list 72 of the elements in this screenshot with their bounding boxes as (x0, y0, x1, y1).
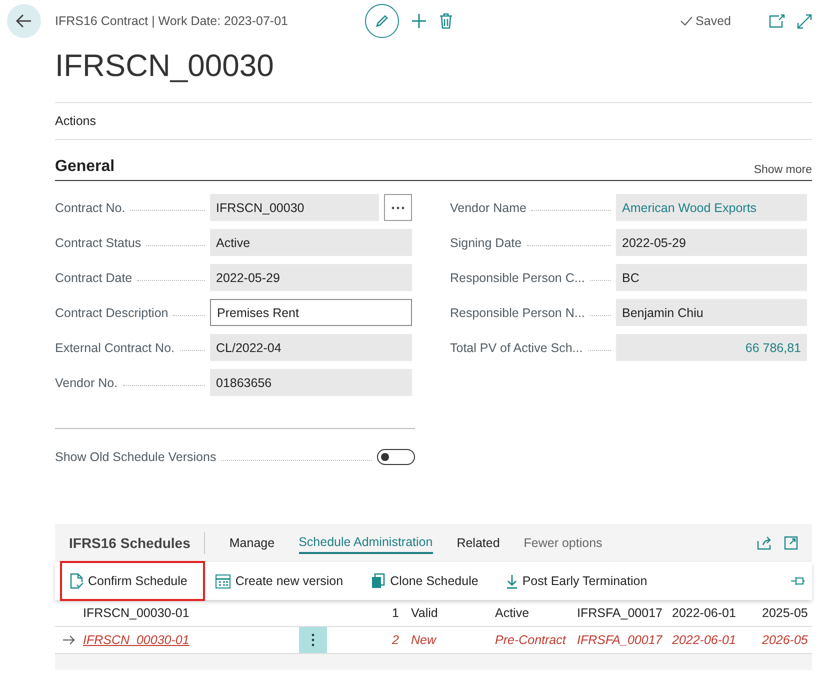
lookup-button[interactable] (384, 194, 412, 221)
table-cell: 2 (392, 633, 399, 647)
table-cell: IFRSCN_00030-01 (83, 606, 190, 620)
field-value[interactable]: 2022-05-29 (210, 264, 412, 291)
table-cell: 2022-06-01 (672, 606, 736, 620)
tab[interactable]: Fewer options (524, 533, 602, 553)
more-icon (391, 206, 405, 210)
back-button[interactable] (7, 4, 41, 38)
open-new-window-icon[interactable] (769, 14, 785, 28)
field-label: Show Old Schedule Versions (55, 450, 216, 464)
field-label: Vendor No. (55, 376, 118, 390)
table-cell: Pre-Contract (495, 633, 566, 647)
actions-menu[interactable]: Actions (55, 114, 96, 128)
download-icon (506, 574, 518, 588)
delete-icon[interactable] (439, 13, 453, 29)
action-button[interactable]: Confirm Schedule (60, 561, 206, 601)
field-label: Contract Description (55, 306, 168, 320)
table-cell: 2026-05 (762, 633, 808, 647)
action-button[interactable]: Clone Schedule (361, 561, 496, 601)
action-button[interactable]: Post Early Termination (496, 561, 666, 601)
field-value[interactable]: IFRSCN_00030 (210, 194, 379, 221)
back-arrow-icon (15, 12, 33, 30)
toggle-switch[interactable] (377, 449, 415, 465)
table-cell: Active (495, 606, 530, 620)
tab[interactable]: Related (456, 533, 500, 553)
breadcrumb: IFRS16 Contract | Work Date: 2023-07-01 (55, 14, 289, 28)
field-value[interactable]: Active (210, 229, 412, 256)
vertical-dots-icon (311, 633, 315, 647)
copy-icon (371, 573, 386, 589)
field-value[interactable]: 66 786,81 (616, 334, 807, 361)
field-label: Contract Date (55, 270, 132, 284)
page-title: IFRSCN_00030 (55, 48, 275, 84)
field-value[interactable]: Premises Rent (210, 299, 412, 326)
document-check-icon (70, 573, 84, 589)
table-cell: 1 (392, 606, 399, 620)
table-cell: Valid (411, 606, 438, 620)
field-value[interactable]: 01863656 (210, 369, 412, 396)
field-value[interactable]: 2022-05-29 (616, 229, 807, 256)
table-cell: New (411, 633, 436, 647)
action-button[interactable]: Create new version (205, 561, 362, 601)
field-label: External Contract No. (55, 340, 174, 354)
field-label: Responsible Person N... (450, 306, 585, 320)
pencil-icon (374, 13, 390, 29)
calendar-icon (215, 573, 232, 589)
field-label: Responsible Person C... (450, 270, 585, 284)
field-label: Vendor Name (450, 200, 526, 214)
field-label: Contract Status (55, 236, 142, 250)
field-label: Signing Date (450, 236, 522, 250)
tab[interactable]: Manage (229, 533, 275, 553)
section-title[interactable]: General (55, 158, 115, 176)
field-value[interactable]: CL/2022-04 (210, 334, 412, 361)
field-value[interactable]: BC (616, 264, 807, 291)
table-cell: 2022-06-01 (672, 633, 736, 647)
part-title: IFRS16 Schedules (69, 535, 190, 551)
field-label: Contract No. (55, 200, 126, 214)
share-icon[interactable] (757, 536, 772, 550)
field-value[interactable]: American Wood Exports (616, 194, 807, 221)
saved-status: Saved (680, 14, 731, 28)
table-cell: IFRSFA_00017 (577, 606, 662, 620)
tab[interactable]: Schedule Administration (298, 532, 433, 554)
table-cell[interactable]: IFRSCN_00030-01 (83, 633, 190, 647)
edit-button[interactable] (365, 4, 399, 38)
field-label: Total PV of Active Sch... (450, 340, 583, 354)
check-icon (680, 16, 693, 26)
add-icon[interactable] (411, 13, 427, 29)
show-more-link[interactable]: Show more (754, 164, 812, 176)
table-cell: 2025-05 (762, 606, 808, 620)
expand-icon[interactable] (784, 536, 798, 550)
pin-icon[interactable] (790, 576, 806, 586)
field-value[interactable]: Benjamin Chiu (616, 299, 807, 326)
expand-icon[interactable] (797, 14, 812, 28)
table-cell: IFRSFA_00017 (577, 633, 662, 647)
